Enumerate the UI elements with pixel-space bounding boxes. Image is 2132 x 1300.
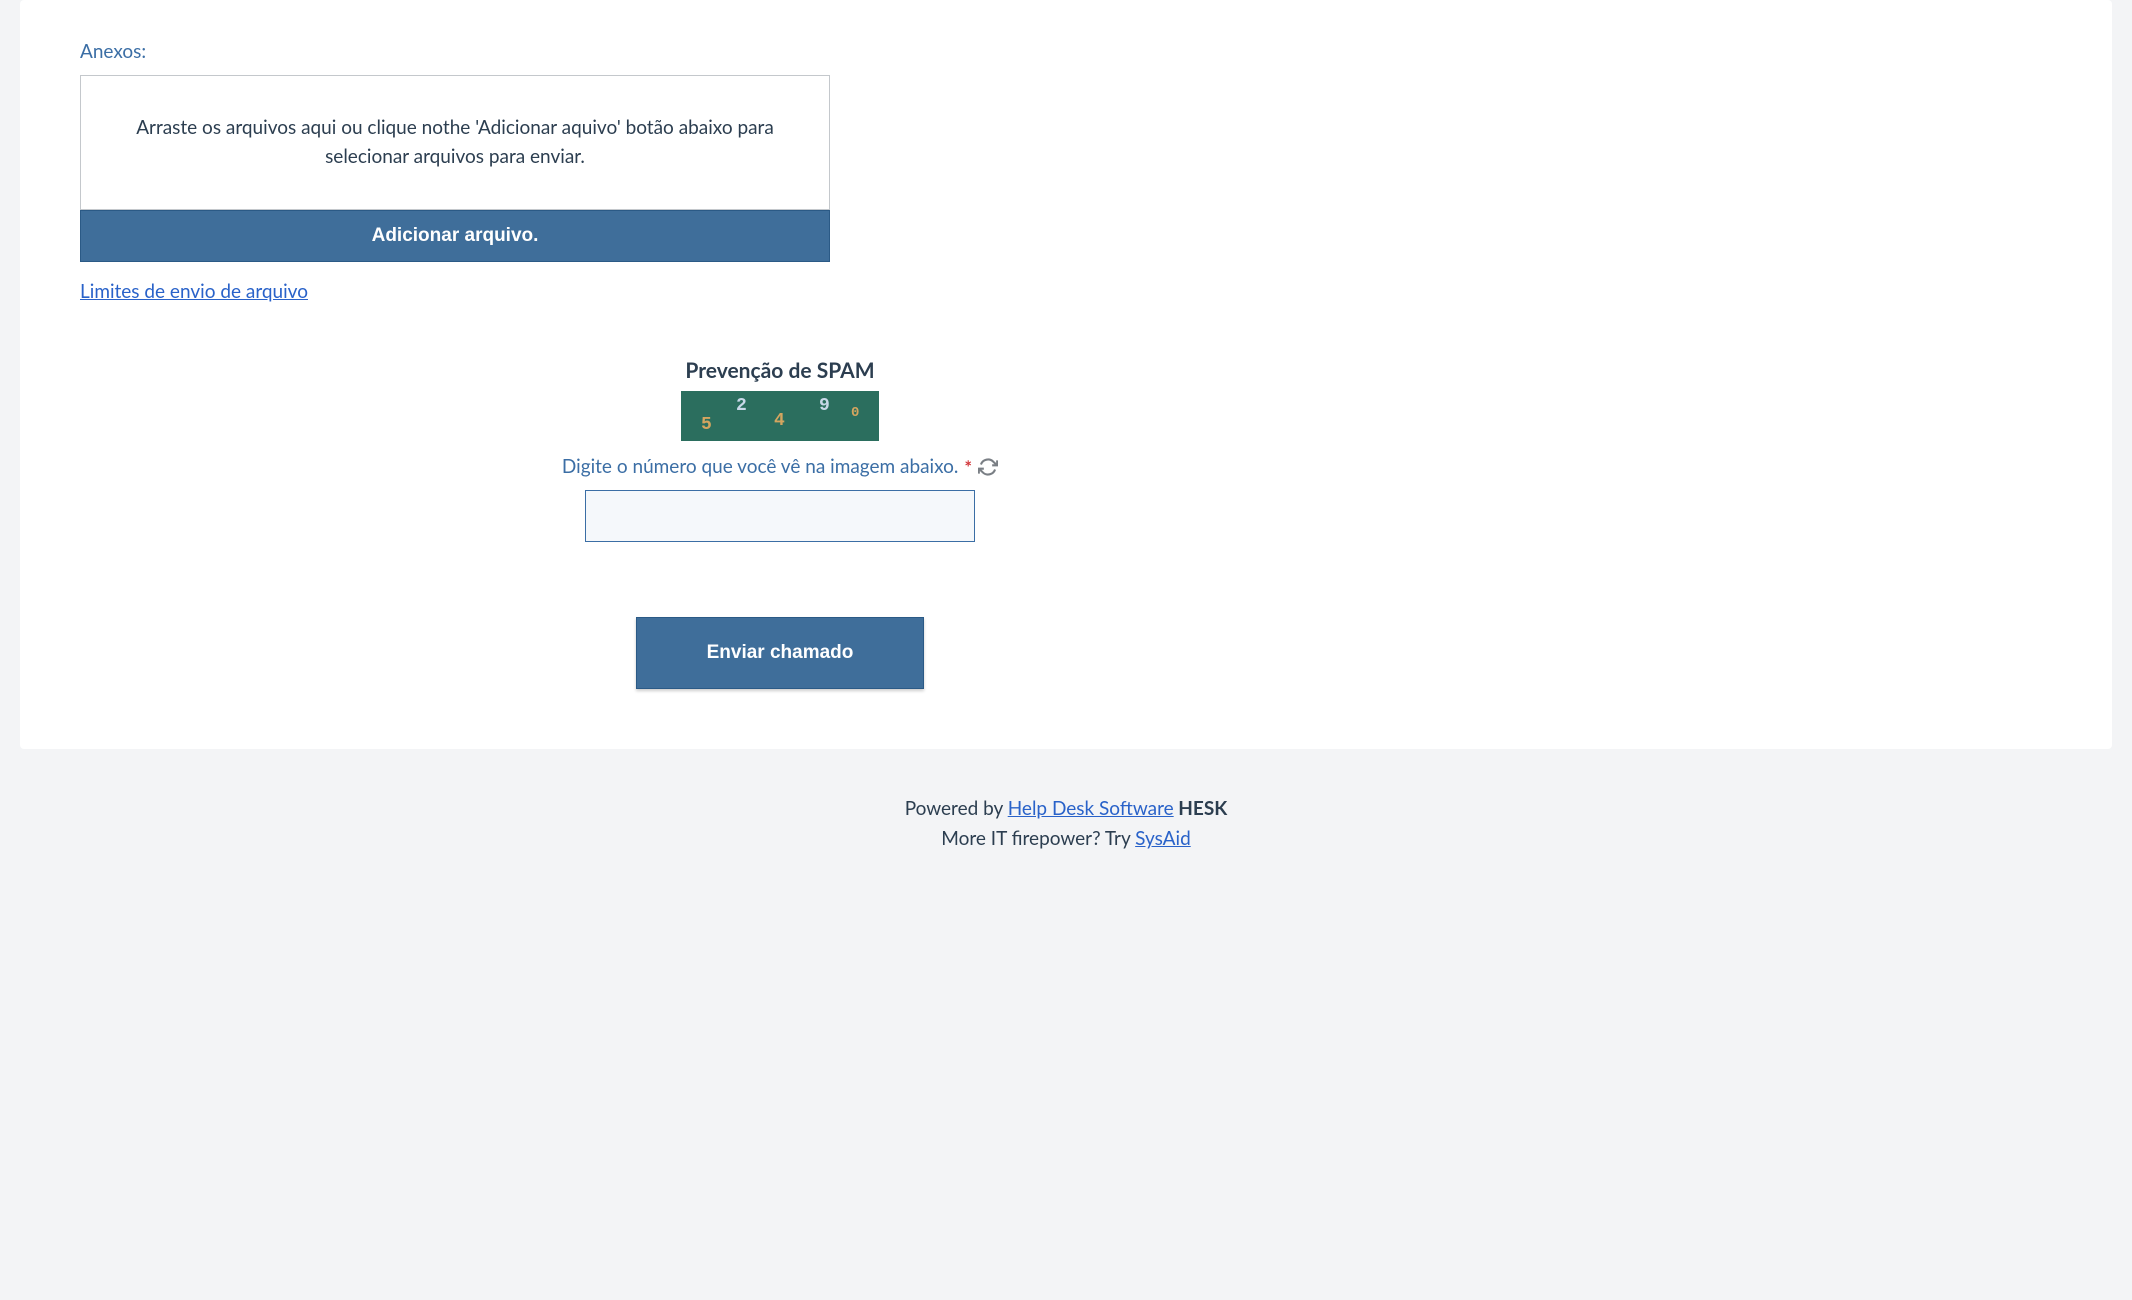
refresh-captcha-icon[interactable] bbox=[978, 457, 998, 477]
dropzone-instruction: Arraste os arquivos aqui ou clique nothe… bbox=[111, 114, 799, 171]
spam-prevention-title: Prevenção de SPAM bbox=[80, 358, 1480, 383]
add-file-button[interactable]: Adicionar arquivo. bbox=[80, 210, 830, 262]
required-indicator: * bbox=[964, 456, 972, 478]
captcha-digit: 4 bbox=[774, 411, 785, 431]
submit-ticket-button[interactable]: Enviar chamado bbox=[636, 617, 925, 689]
captcha-image: 5 2 4 9 0 bbox=[681, 391, 879, 441]
hesk-label: HESK bbox=[1174, 797, 1228, 820]
file-limits-link[interactable]: Limites de envio de arquivo bbox=[80, 280, 308, 303]
captcha-digit: 2 bbox=[736, 396, 747, 416]
captcha-input[interactable] bbox=[585, 490, 975, 542]
attachments-label: Anexos: bbox=[80, 40, 830, 63]
helpdesk-software-link[interactable]: Help Desk Software bbox=[1008, 797, 1174, 820]
captcha-instruction: Digite o número que você vê na imagem ab… bbox=[562, 455, 959, 478]
sysaid-link[interactable]: SysAid bbox=[1135, 827, 1191, 850]
file-dropzone[interactable]: Arraste os arquivos aqui ou clique nothe… bbox=[80, 75, 830, 210]
captcha-digit: 9 bbox=[819, 396, 830, 416]
attachments-section: Anexos: Arraste os arquivos aqui ou cliq… bbox=[80, 40, 830, 303]
spam-prevention-section: Prevenção de SPAM 5 2 4 9 0 Digite o núm… bbox=[80, 358, 1480, 542]
captcha-digit: 5 bbox=[701, 415, 712, 435]
submit-section: Enviar chamado bbox=[80, 617, 1480, 689]
captcha-digit: 0 bbox=[851, 405, 859, 421]
footer-text: Powered by bbox=[905, 797, 1008, 820]
footer: Powered by Help Desk Software HESK More … bbox=[0, 749, 2132, 895]
footer-text: More IT firepower? Try bbox=[941, 827, 1135, 850]
